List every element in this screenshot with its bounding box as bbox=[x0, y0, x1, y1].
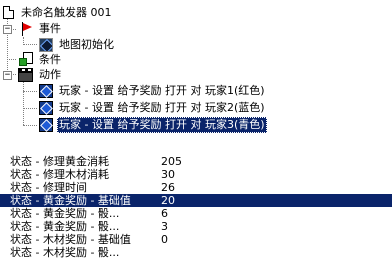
property-value: 20 bbox=[161, 194, 175, 207]
tree-line bbox=[23, 108, 37, 109]
properties-list: 状态 - 修理黄金消耗 205 状态 - 修理木材消耗 30 状态 - 修理时间… bbox=[0, 151, 392, 259]
property-row[interactable]: 状态 - 修理时间 26 bbox=[0, 181, 392, 194]
tree-node-events-label: 事件 bbox=[39, 22, 61, 35]
event-icon bbox=[39, 38, 53, 52]
property-key: 状态 - 修理木材消耗 bbox=[10, 168, 109, 181]
trigger-tree: 未命名触发器 001 − 事件 地图初始化 条件 − 动作 玩家 - 设置 给予… bbox=[0, 0, 392, 143]
tree-node-actions-label: 动作 bbox=[39, 68, 61, 81]
condition-icon bbox=[18, 52, 34, 68]
tree-line bbox=[23, 91, 37, 92]
tree-line bbox=[23, 125, 37, 126]
tree-root-label: 未命名触发器 001 bbox=[21, 6, 112, 19]
property-value: 6 bbox=[161, 207, 168, 220]
property-row[interactable]: 状态 - 修理黄金消耗 205 bbox=[0, 155, 392, 168]
property-key: 状态 - 木材奖励 - 骰... bbox=[10, 246, 120, 259]
action-item-icon bbox=[39, 84, 53, 98]
tree-node-conditions-label: 条件 bbox=[39, 53, 61, 66]
property-row[interactable]: 状态 - 木材奖励 - 基础值 0 bbox=[0, 233, 392, 246]
tree-item-label: 玩家 - 设置 给予奖励 打开 对 玩家2(蓝色) bbox=[59, 101, 265, 114]
property-value: 205 bbox=[161, 155, 182, 168]
action-item-icon bbox=[39, 101, 53, 115]
tree-item-label: 玩家 - 设置 给予奖励 打开 对 玩家3(青色) bbox=[57, 117, 267, 133]
property-row-selected[interactable]: 状态 - 黄金奖励 - 基础值 20 bbox=[0, 194, 392, 207]
property-row[interactable]: 状态 - 黄金奖励 - 骰... 3 bbox=[0, 220, 392, 233]
tree-line bbox=[7, 59, 16, 60]
panel-splitter[interactable] bbox=[0, 143, 392, 151]
property-row[interactable]: 状态 - 木材奖励 - 骰... bbox=[0, 246, 392, 259]
tree-line bbox=[23, 44, 37, 45]
property-key: 状态 - 黄金奖励 - 骰... bbox=[10, 207, 120, 220]
document-icon bbox=[3, 6, 14, 19]
collapse-toggle[interactable]: − bbox=[3, 71, 12, 80]
tree-line bbox=[23, 82, 24, 125]
property-value: 26 bbox=[161, 181, 175, 194]
property-row[interactable]: 状态 - 黄金奖励 - 骰... 6 bbox=[0, 207, 392, 220]
property-row[interactable]: 状态 - 修理木材消耗 30 bbox=[0, 168, 392, 181]
property-key: 状态 - 黄金奖励 - 基础值 bbox=[10, 194, 131, 207]
tree-item-label: 玩家 - 设置 给予奖励 打开 对 玩家1(红色) bbox=[59, 84, 265, 97]
property-value: 30 bbox=[161, 168, 175, 181]
property-value: 0 bbox=[161, 233, 168, 246]
property-key: 状态 - 黄金奖励 - 骰... bbox=[10, 220, 120, 233]
property-key: 状态 - 修理时间 bbox=[10, 181, 87, 194]
property-key: 状态 - 木材奖励 - 基础值 bbox=[10, 233, 131, 246]
property-value: 3 bbox=[161, 220, 168, 233]
collapse-toggle[interactable]: − bbox=[3, 25, 12, 34]
tree-item-label: 地图初始化 bbox=[59, 38, 114, 51]
action-item-icon bbox=[39, 118, 53, 132]
property-key: 状态 - 修理黄金消耗 bbox=[10, 155, 109, 168]
action-icon bbox=[18, 68, 34, 82]
red-flag-icon bbox=[20, 22, 34, 36]
